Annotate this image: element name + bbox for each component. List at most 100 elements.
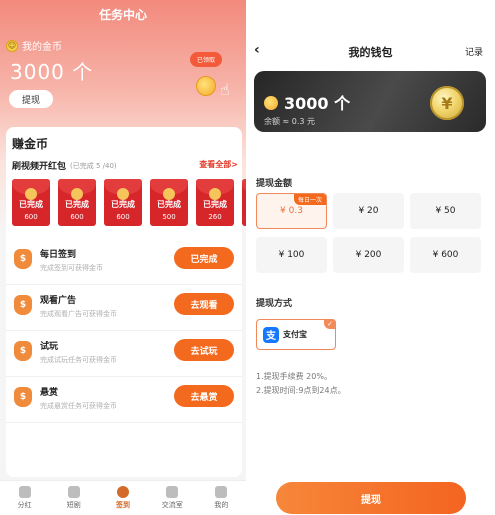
record-link[interactable]: 记录 (465, 45, 483, 58)
video-redpacket-row: 刷视频开红包 (已完成 5 /40) 查看全部> (12, 159, 238, 172)
amount-value: ¥ 200 (355, 250, 382, 260)
amount-option-600[interactable]: ¥ 600 (410, 237, 481, 273)
amount-option-20[interactable]: ¥ 20 (333, 193, 404, 229)
amount-value: ¥ 0.3 (280, 206, 303, 216)
dividend-icon (18, 486, 31, 498)
note-time: 2.提现时间:9点到24点。 (256, 386, 346, 395)
redpacket-3[interactable]: 已完成 600 (104, 179, 142, 226)
wallet-balance: 余额 ≈ 0.3 元 (264, 117, 316, 126)
nav-label: 短剧 (66, 501, 81, 509)
bottom-nav: 分红 短剧 签到 交流室 我的 (0, 480, 246, 515)
task-desc: 完成悬赏任务可获得金币 (40, 402, 117, 410)
task-button-checkin[interactable]: 已完成 (174, 247, 234, 269)
packet-state: 已完成 (203, 200, 227, 209)
withdraw-notes: 1.提现手续费 20%。 2.提现时间:9点到24点。 (256, 370, 346, 398)
page-title: 我的钱包 (348, 46, 393, 59)
nav-label: 交流室 (161, 501, 183, 509)
packet-amount: 260 (208, 213, 222, 221)
packet-amount: 600 (70, 213, 84, 221)
nav-item-chatroom[interactable]: 交流室 (148, 481, 197, 515)
nav-item-dividend[interactable]: 分红 (0, 481, 49, 515)
withdraw-button-small[interactable]: 提现 (9, 90, 53, 108)
packet-amount: 600 (116, 213, 130, 221)
wallet-amount: 3000 个 (284, 94, 351, 113)
task-name: 每日签到 (40, 250, 77, 260)
drama-icon (67, 486, 80, 498)
task-button-bounty[interactable]: 去悬赏 (174, 385, 234, 407)
amount-value: ¥ 600 (432, 250, 459, 260)
redpacket-1[interactable]: 已完成 600 (12, 179, 50, 226)
redpacket-2[interactable]: 已完成 600 (58, 179, 96, 226)
redpacket-4[interactable]: 已完成 500 (150, 179, 188, 226)
daily-once-badge: 每日一次 (293, 194, 326, 205)
coin-label: 我的金币 (22, 42, 62, 53)
money-bag-icon: $ (14, 295, 32, 315)
video-title: 刷视频开红包 (12, 162, 67, 172)
task-row-bounty: $ 悬赏 完成悬赏任务可获得金币 去悬赏 (6, 377, 242, 423)
packet-state: 已完成 (19, 200, 43, 209)
task-button-trial[interactable]: 去试玩 (174, 339, 234, 361)
view-all-link[interactable]: 查看全部> (199, 159, 238, 170)
amount-option-50[interactable]: ¥ 50 (410, 193, 481, 229)
received-tag: 已领取 (190, 52, 223, 67)
wallet-screen: ‹ 我的钱包 记录 3000 个 余额 ≈ 0.3 元 ¥ 提现金额 每日一次 … (246, 0, 495, 515)
task-row-trial: $ 试玩 完成试玩任务可获得金币 去试玩 (6, 331, 242, 377)
packet-amount: 500 (162, 213, 176, 221)
nav-item-checkin[interactable]: 签到 (98, 481, 147, 515)
redpacket-list: 已完成 600 已完成 600 已完成 600 已完成 500 已完成 260 (12, 179, 246, 226)
yuan-coin-icon: ¥ (430, 86, 464, 120)
video-progress: (已完成 5 /40) (70, 161, 117, 170)
profile-icon (215, 486, 228, 498)
task-name: 试玩 (40, 342, 59, 352)
task-name: 悬赏 (40, 388, 59, 398)
amount-option-200[interactable]: ¥ 200 (333, 237, 404, 273)
money-bag-icon: $ (14, 249, 32, 269)
alipay-icon: 支 (263, 326, 279, 343)
people-icon (166, 486, 179, 498)
coin-label-row: ☺ 我的金币 (6, 38, 62, 53)
earn-coins-card: 赚金币 刷视频开红包 (已完成 5 /40) 查看全部> 已完成 600 已完成… (6, 127, 246, 477)
alipay-method[interactable]: 支 支付宝 ✓ (256, 319, 336, 350)
amount-section-label: 提现金额 (256, 179, 293, 189)
checkin-icon (117, 486, 129, 498)
nav-item-mine[interactable]: 我的 (197, 481, 246, 515)
page-title: 任务中心 (98, 8, 147, 22)
task-name: 观看广告 (40, 296, 77, 306)
check-icon: ✓ (324, 319, 336, 329)
smile-coin-icon: ☺ (6, 39, 18, 52)
method-name: 支付宝 (283, 330, 307, 339)
amount-value: ¥ 50 (435, 206, 456, 216)
amount-option-0.3[interactable]: 每日一次 ¥ 0.3 (256, 193, 327, 229)
task-desc: 完成观看广告可获得金币 (40, 310, 117, 318)
task-row-checkin: $ 每日签到 完成签到可获得金币 已完成 (6, 239, 242, 285)
task-row-ad: $ 观看广告 完成观看广告可获得金币 去观看 (6, 285, 242, 331)
amount-value: ¥ 20 (358, 206, 379, 216)
task-desc: 完成签到可获得金币 (40, 264, 103, 272)
coin-stack-icon[interactable] (196, 76, 216, 96)
task-desc: 完成试玩任务可获得金币 (40, 356, 117, 364)
task-list: $ 每日签到 完成签到可获得金币 已完成 $ 观看广告 完成观看广告可获得金币 … (6, 239, 242, 423)
nav-item-drama[interactable]: 短剧 (49, 481, 98, 515)
coin-icon (264, 96, 278, 110)
method-section-label: 提现方式 (256, 299, 293, 309)
redpacket-5[interactable]: 已完成 260 (196, 179, 234, 226)
packet-state: 已完成 (65, 200, 89, 209)
amount-option-100[interactable]: ¥ 100 (256, 237, 327, 273)
nav-label: 签到 (116, 501, 130, 509)
coin-amount: 3000 个 (10, 60, 94, 84)
nav-label: 我的 (214, 501, 229, 509)
earn-title: 赚金币 (12, 137, 49, 151)
packet-state: 已完成 (111, 200, 135, 209)
task-button-ad[interactable]: 去观看 (174, 293, 234, 315)
withdraw-button[interactable]: 提现 (276, 482, 466, 514)
nav-label: 分红 (17, 501, 32, 509)
money-bag-icon: $ (14, 341, 32, 361)
packet-amount: 600 (24, 213, 38, 221)
task-center-screen: 任务中心 ☺ 我的金币 3000 个 已领取 ☝ 提现 赚金币 刷视频开红包 (… (0, 0, 246, 515)
tap-hand-icon: ☝ (220, 80, 230, 99)
money-bag-icon: $ (14, 387, 32, 407)
packet-state: 已完成 (157, 200, 181, 209)
amount-value: ¥ 100 (278, 250, 305, 260)
amount-options: 每日一次 ¥ 0.3 ¥ 20 ¥ 50 ¥ 100 ¥ 200 ¥ 600 (256, 193, 488, 273)
note-fee: 1.提现手续费 20%。 (256, 372, 332, 381)
